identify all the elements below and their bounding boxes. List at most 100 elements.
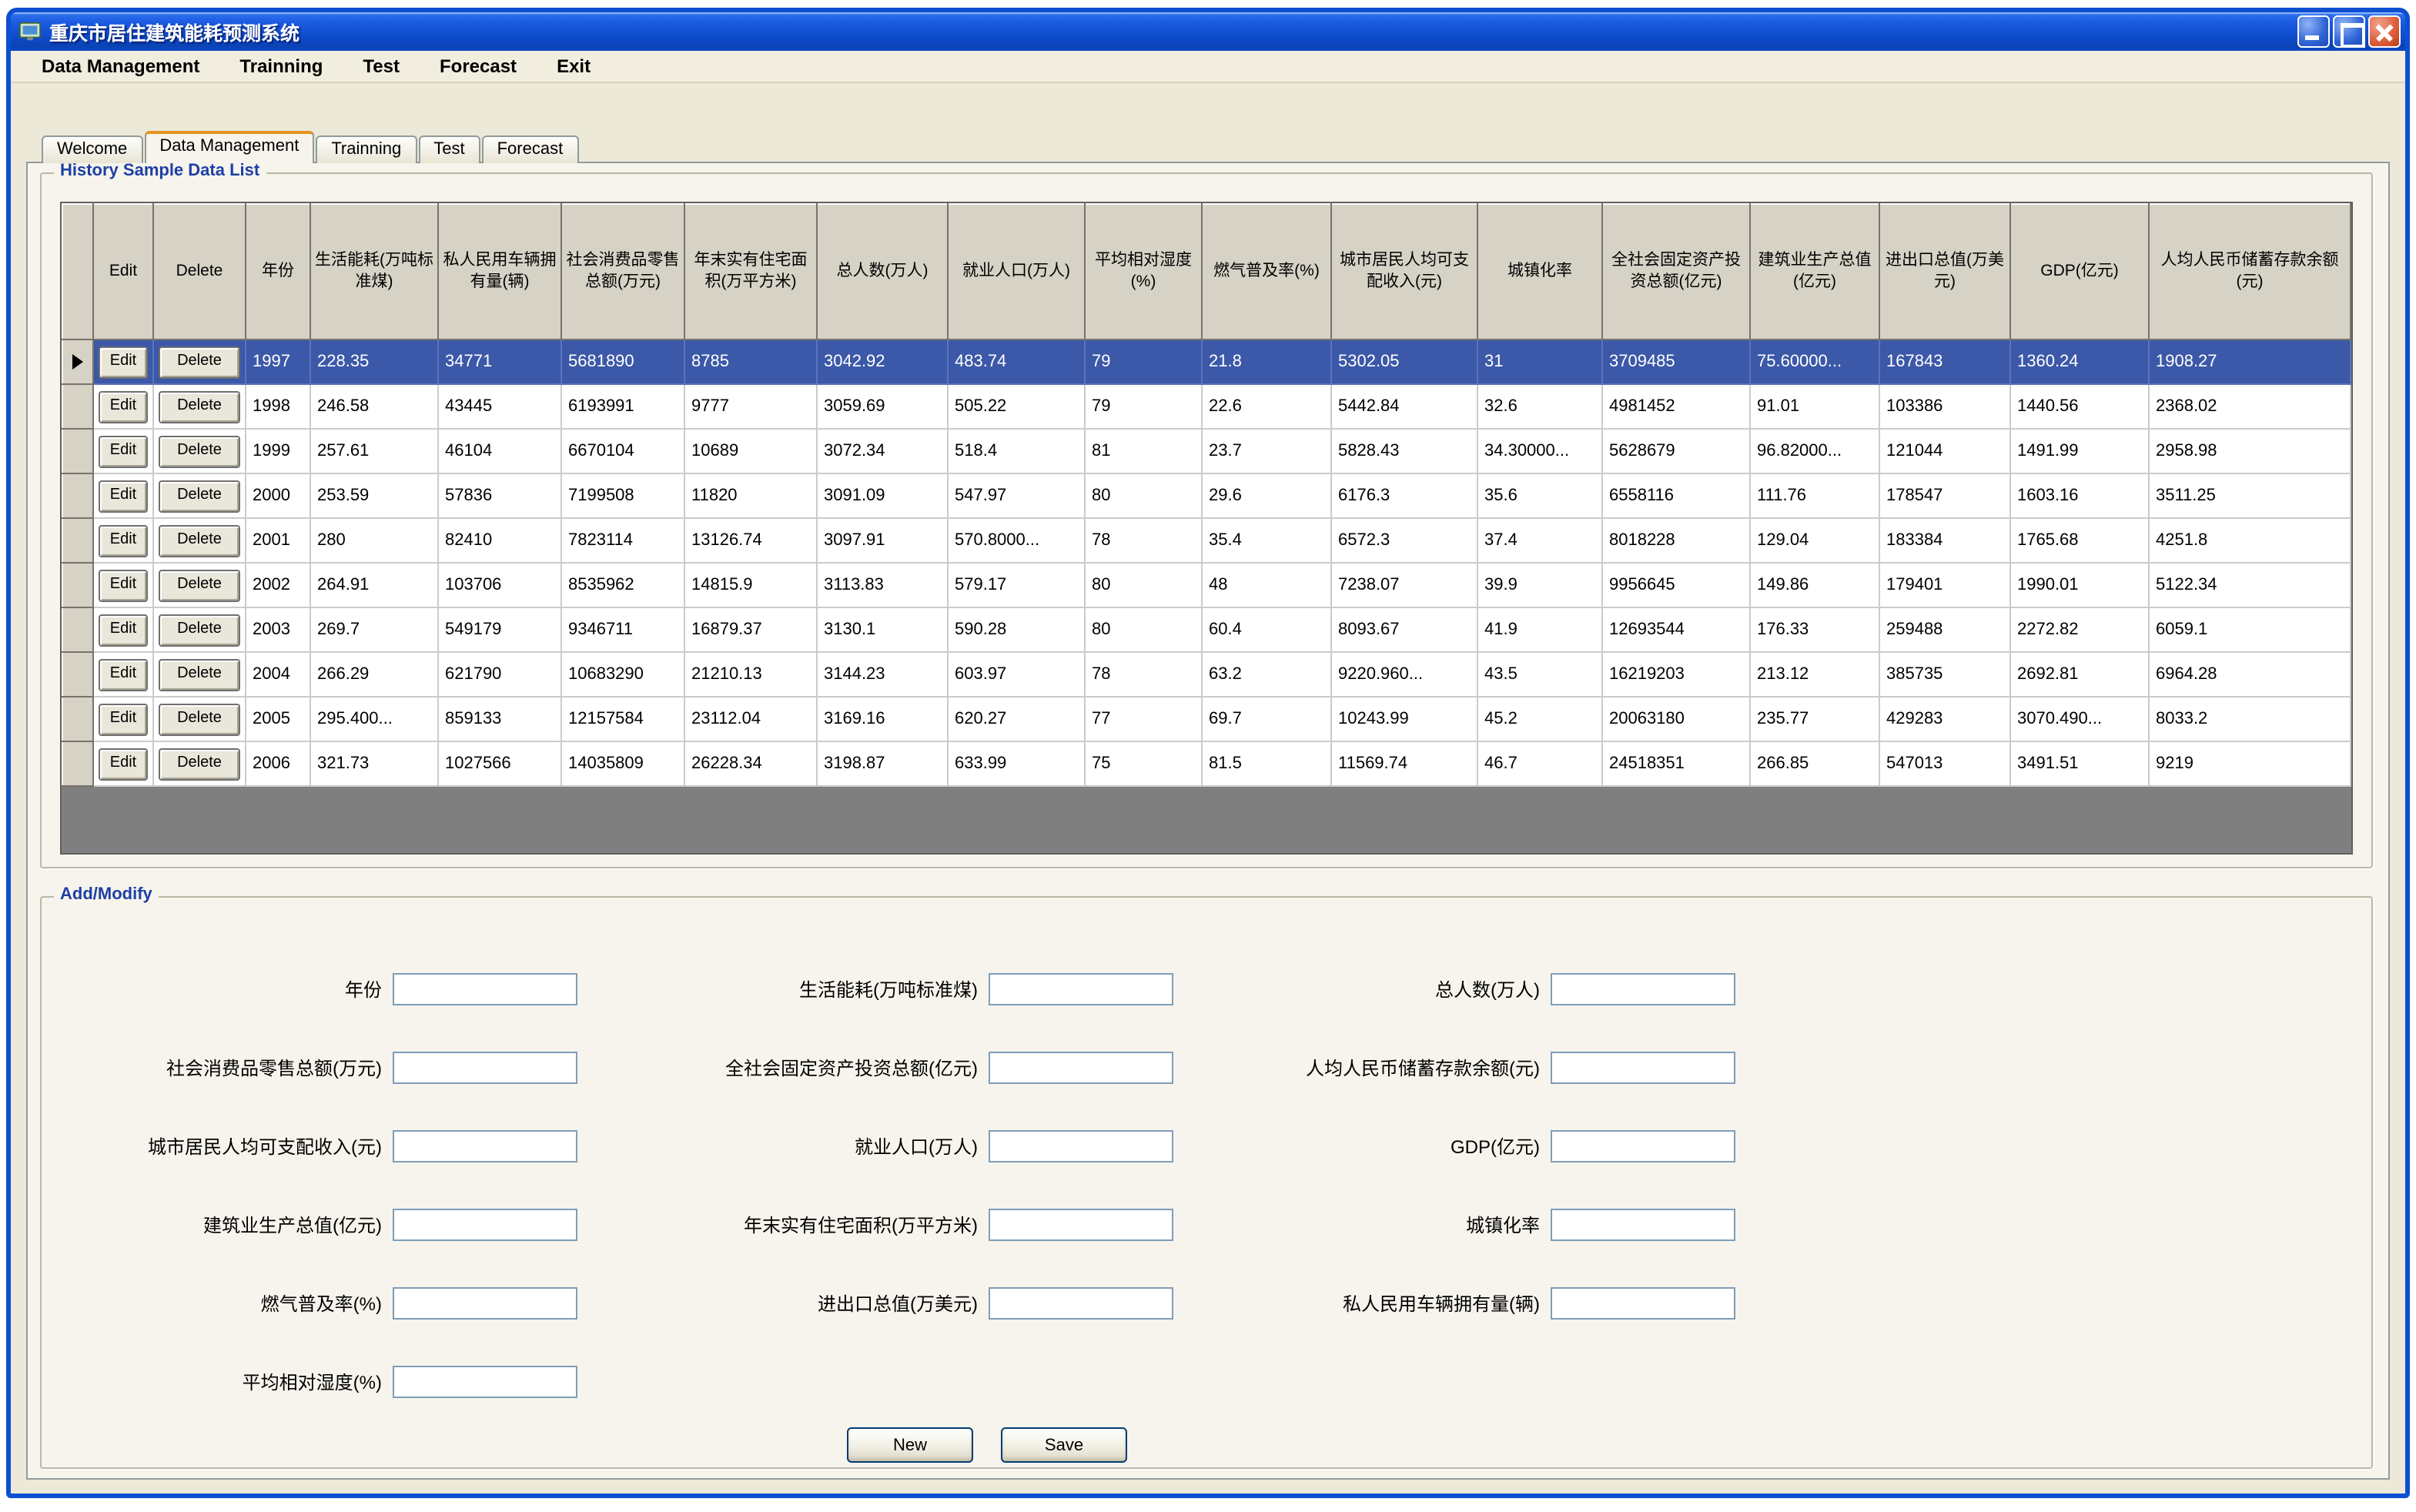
tab-trainning[interactable]: Trainning (316, 135, 417, 163)
delete-button[interactable]: Delete (159, 704, 240, 736)
row-selector[interactable] (62, 607, 93, 652)
menu-item-exit[interactable]: Exit (541, 52, 606, 80)
delete-cell: Delete (153, 340, 246, 384)
form-fields: 年份生活能耗(万吨标准煤)总人数(万人)社会消费品零售总额(万元)全社会固定资产… (42, 898, 2371, 1421)
row-selector[interactable] (62, 697, 93, 741)
column-header: 私人民用车辆拥有量(辆) (438, 204, 561, 340)
grid-cell: 10683290 (561, 652, 684, 697)
row-selector[interactable] (62, 518, 93, 563)
grid-cell: 1027566 (438, 741, 561, 786)
edit-button[interactable]: Edit (99, 525, 148, 557)
tab-test[interactable]: Test (418, 135, 480, 163)
row-selector[interactable] (62, 473, 93, 518)
edit-button[interactable]: Edit (99, 391, 148, 423)
grid-cell: 483.74 (948, 340, 1085, 384)
row-selector[interactable] (62, 384, 93, 429)
column-header: 总人数(万人) (817, 204, 948, 340)
life-energy-input[interactable] (989, 973, 1173, 1005)
grid-cell: 7199508 (561, 473, 684, 518)
form-slot: 年份 (51, 973, 577, 1005)
grid-cell: 78 (1085, 518, 1202, 563)
delete-cell: Delete (153, 384, 246, 429)
delete-button[interactable]: Delete (159, 525, 240, 557)
minimize-button[interactable] (2297, 15, 2330, 48)
edit-button[interactable]: Edit (99, 704, 148, 736)
employed-population-input[interactable] (989, 1130, 1173, 1162)
retail-sales-input[interactable] (393, 1052, 577, 1084)
form-slot: 就业人口(万人) (577, 1130, 1173, 1162)
fixed-asset-investment-input[interactable] (989, 1052, 1173, 1084)
grid-cell: 3091.09 (817, 473, 948, 518)
savings-per-capita-input[interactable] (1551, 1052, 1735, 1084)
grid-cell: 505.22 (948, 384, 1085, 429)
delete-button[interactable]: Delete (159, 391, 240, 423)
delete-button[interactable]: Delete (159, 748, 240, 781)
disposable-income-input[interactable] (393, 1130, 577, 1162)
grid-cell: 1990.01 (2010, 563, 2149, 607)
grid-cell: 6059.1 (2149, 607, 2351, 652)
delete-button[interactable]: Delete (159, 614, 240, 647)
grid-cell: 129.04 (1750, 518, 1879, 563)
menu-item-forecast[interactable]: Forecast (424, 52, 532, 80)
grid-cell: 8093.67 (1331, 607, 1477, 652)
delete-button[interactable]: Delete (159, 570, 240, 602)
edit-cell: Edit (93, 429, 153, 473)
tab-forecast[interactable]: Forecast (482, 135, 579, 163)
grid-cell: 46104 (438, 429, 561, 473)
row-selector[interactable] (62, 563, 93, 607)
private-vehicles-input[interactable] (1551, 1287, 1735, 1320)
save-button[interactable]: Save (1001, 1427, 1127, 1463)
column-header: 燃气普及率(%) (1202, 204, 1331, 340)
grid-cell: 5122.34 (2149, 563, 2351, 607)
delete-cell: Delete (153, 429, 246, 473)
row-selector[interactable] (62, 741, 93, 786)
form-slot: 进出口总值(万美元) (577, 1287, 1173, 1320)
delete-cell: Delete (153, 607, 246, 652)
avg-relative-humidity-input[interactable] (393, 1366, 577, 1398)
grid-cell: 2692.81 (2010, 652, 2149, 697)
close-button[interactable] (2368, 15, 2401, 48)
titlebar[interactable]: 重庆市居住建筑能耗预测系统 (11, 12, 2405, 51)
edit-button[interactable]: Edit (99, 659, 148, 691)
column-header: 建筑业生产总值(亿元) (1750, 204, 1879, 340)
grid-cell: 1908.27 (2149, 340, 2351, 384)
row-selector[interactable] (62, 652, 93, 697)
edit-button[interactable]: Edit (99, 614, 148, 647)
grid-cell: 6572.3 (1331, 518, 1477, 563)
total-population-input[interactable] (1551, 973, 1735, 1005)
edit-button[interactable]: Edit (99, 570, 148, 602)
delete-button[interactable]: Delete (159, 480, 240, 513)
construction-output-input[interactable] (393, 1209, 577, 1241)
grid-cell: 80 (1085, 563, 1202, 607)
grid-cell: 9346711 (561, 607, 684, 652)
import-export-value-input[interactable] (989, 1287, 1173, 1320)
year-input[interactable] (393, 973, 577, 1005)
delete-column-header: Delete (153, 204, 246, 340)
new-button[interactable]: New (847, 1427, 973, 1463)
column-header: 全社会固定资产投资总额(亿元) (1602, 204, 1750, 340)
tab-welcome[interactable]: Welcome (42, 135, 142, 163)
form-row: 平均相对湿度(%) (51, 1343, 2371, 1421)
urbanization-rate-input[interactable] (1551, 1209, 1735, 1241)
menu-item-trainning[interactable]: Trainning (224, 52, 338, 80)
residential-area-input[interactable] (989, 1209, 1173, 1241)
row-selector[interactable] (62, 429, 93, 473)
tab-data-management[interactable]: Data Management (144, 131, 314, 163)
delete-button[interactable]: Delete (159, 436, 240, 468)
grid-cell: 3097.91 (817, 518, 948, 563)
delete-button[interactable]: Delete (159, 346, 240, 379)
delete-button[interactable]: Delete (159, 659, 240, 691)
maximize-button[interactable] (2333, 15, 2365, 48)
grid-cell: 5628679 (1602, 429, 1750, 473)
edit-button[interactable]: Edit (99, 480, 148, 513)
edit-button[interactable]: Edit (99, 346, 148, 379)
menu-item-test[interactable]: Test (347, 52, 415, 80)
edit-button[interactable]: Edit (99, 436, 148, 468)
row-selector[interactable] (62, 340, 93, 384)
gdp-input[interactable] (1551, 1130, 1735, 1162)
gas-penetration-input[interactable] (393, 1287, 577, 1320)
edit-button[interactable]: Edit (99, 748, 148, 781)
savings-per-capita-label: 人均人民币储蓄存款余额(元) (1173, 1055, 1551, 1081)
grid-cell: 3059.69 (817, 384, 948, 429)
menu-item-data-management[interactable]: Data Management (26, 52, 215, 80)
